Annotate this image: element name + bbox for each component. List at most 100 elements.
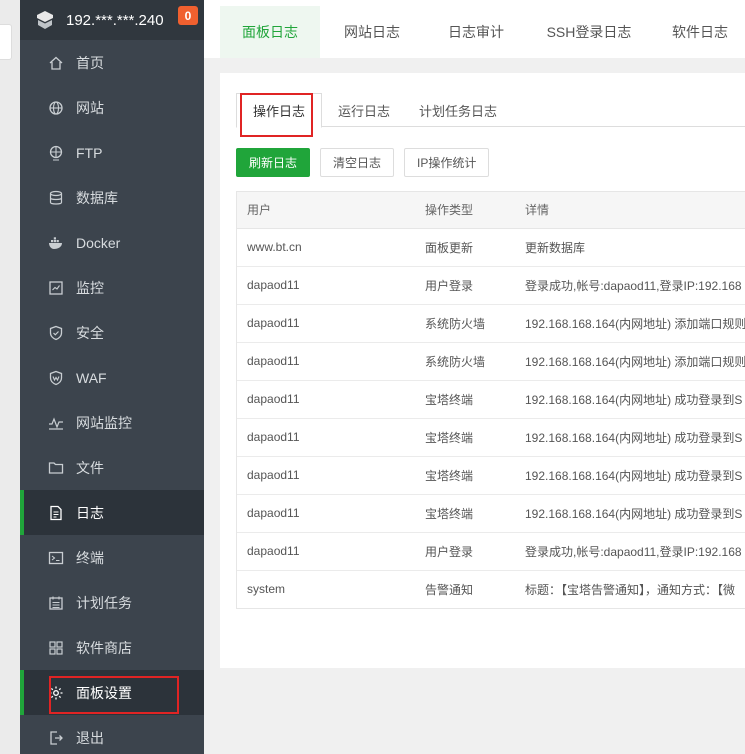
cell-operation-type: 宝塔终端 [415, 418, 515, 457]
logout-icon [48, 730, 64, 746]
tab-runtime-log[interactable]: 运行日志 [322, 93, 406, 127]
tab-panel-logs[interactable]: 面板日志 [220, 6, 320, 58]
table-row: dapaod11 用户登录 登录成功,帐号:dapaod11,登录IP:192.16… [237, 266, 745, 305]
sidebar: 192.***.***.240 0 首页 网站 FTP 数据库 Docker 监… [20, 0, 204, 754]
notification-badge[interactable]: 0 [178, 6, 198, 25]
calendar-icon [48, 595, 64, 611]
site-monitor-icon [48, 415, 64, 431]
sidebar-item-files[interactable]: 文件 [20, 445, 204, 490]
clear-log-button[interactable]: 清空日志 [320, 148, 395, 177]
sidebar-item-logout[interactable]: 退出 [20, 715, 204, 754]
table-row: dapaod11 宝塔终端 192.168.168.164(内网地址) 成功登录到S [237, 494, 745, 533]
log-panel: 操作日志 运行日志 计划任务日志 刷新日志 清空日志 IP操作统计 用户 操作类… [220, 73, 745, 668]
log-icon [48, 505, 64, 521]
shield-icon [48, 325, 64, 341]
sidebar-item-label: 网站监控 [76, 414, 132, 431]
cell-details: 192.168.168.164(内网地址) 添加端口规则 [515, 342, 745, 381]
sidebar-item-docker[interactable]: Docker [20, 220, 204, 265]
panel-log-subtabs: 操作日志 运行日志 计划任务日志 [236, 93, 745, 128]
cell-user: dapaod11 [237, 494, 415, 533]
sidebar-item-database[interactable]: 数据库 [20, 175, 204, 220]
table-row: dapaod11 宝塔终端 192.168.168.164(内网地址) 成功登录到S [237, 456, 745, 495]
sidebar-item-website[interactable]: 网站 [20, 85, 204, 130]
tab-cron-task-log[interactable]: 计划任务日志 [406, 93, 510, 127]
sidebar-item-label: 网站 [76, 99, 104, 116]
log-category-tabs: 面板日志 网站日志 日志审计 SSH登录日志 软件日志 [220, 6, 745, 58]
sidebar-item-label: 计划任务 [76, 594, 132, 611]
table-row: dapaod11 宝塔终端 192.168.168.164(内网地址) 成功登录到S [237, 418, 745, 457]
cell-details: 登录成功,帐号:dapaod11,登录IP:192.168 [515, 266, 745, 305]
folder-icon [48, 460, 64, 476]
sidebar-item-label: 日志 [76, 504, 104, 521]
sidebar-item-label: 退出 [76, 729, 104, 746]
table-row: dapaod11 系统防火墙 192.168.168.164(内网地址) 添加端口规… [237, 342, 745, 381]
table-header-row: 用户 操作类型 详情 [237, 192, 745, 229]
sidebar-item-label: Docker [76, 234, 121, 251]
sidebar-item-label: WAF [76, 369, 107, 386]
tab-log-audit[interactable]: 日志审计 [424, 6, 528, 58]
monitor-icon [48, 280, 64, 296]
left-edge-stub [0, 0, 20, 754]
cell-details: 192.168.168.164(内网地址) 成功登录到S [515, 494, 745, 533]
tab-ssh-login-logs[interactable]: SSH登录日志 [528, 6, 650, 58]
cell-operation-type: 宝塔终端 [415, 456, 515, 495]
ftp-globe-icon [48, 145, 64, 161]
cell-operation-type: 用户登录 [415, 266, 515, 305]
sidebar-menu: 首页 网站 FTP 数据库 Docker 监控 安全 WAF 网站监控 文件 日… [20, 40, 204, 754]
collapsed-window-tab[interactable] [0, 24, 12, 60]
cell-operation-type: 用户登录 [415, 532, 515, 571]
table-row: www.bt.cn 面板更新 更新数据库 [237, 228, 745, 267]
table-row: dapaod11 系统防火墙 192.168.168.164(内网地址) 添加端口规… [237, 304, 745, 343]
sidebar-item-waf[interactable]: WAF [20, 355, 204, 400]
sidebar-item-home[interactable]: 首页 [20, 40, 204, 85]
tab-software-logs[interactable]: 软件日志 [650, 6, 745, 58]
bt-logo-icon [34, 9, 56, 31]
log-actions: 刷新日志 清空日志 IP操作统计 [236, 148, 499, 177]
gear-icon [48, 685, 64, 701]
home-icon [48, 55, 64, 71]
tab-operation-log[interactable]: 操作日志 [236, 93, 322, 128]
table-row: dapaod11 用户登录 登录成功,帐号:dapaod11,登录IP:192.16… [237, 532, 745, 571]
sidebar-item-logs[interactable]: 日志 [20, 490, 204, 535]
docker-icon [48, 235, 64, 251]
cell-operation-type: 系统防火墙 [415, 342, 515, 381]
cell-operation-type: 宝塔终端 [415, 380, 515, 419]
cell-details: 标题：【宝塔告警通知】，通知方式：【微 [525, 582, 736, 597]
cell-operation-type: 面板更新 [415, 228, 515, 267]
sidebar-item-monitor[interactable]: 监控 [20, 265, 204, 310]
database-icon [48, 190, 64, 206]
waf-shield-icon [48, 370, 64, 386]
sidebar-item-security[interactable]: 安全 [20, 310, 204, 355]
sidebar-item-label: FTP [76, 144, 103, 161]
column-header-details: 详情 [515, 192, 745, 229]
table-row: dapaod11 宝塔终端 192.168.168.164(内网地址) 成功登录到S [237, 380, 745, 419]
sidebar-item-label: 首页 [76, 54, 104, 71]
cell-details: 192.168.168.164(内网地址) 成功登录到S [515, 418, 745, 457]
ip-stats-button[interactable]: IP操作统计 [404, 148, 490, 177]
cell-details: 192.168.168.164(内网地址) 成功登录到S [515, 456, 745, 495]
cell-details: 192.168.168.164(内网地址) 成功登录到S [515, 380, 745, 419]
top-tab-bar: 面板日志 网站日志 日志审计 SSH登录日志 软件日志 [204, 0, 745, 58]
cell-user: dapaod11 [237, 266, 415, 305]
sidebar-item-label: 软件商店 [76, 639, 132, 656]
terminal-icon [48, 550, 64, 566]
cell-user: dapaod11 [237, 532, 415, 571]
sidebar-item-label: 文件 [76, 459, 104, 476]
sidebar-item-label: 监控 [76, 279, 104, 296]
cell-operation-type: 系统防火墙 [415, 304, 515, 343]
column-header-user: 用户 [237, 192, 415, 229]
tab-website-logs[interactable]: 网站日志 [320, 6, 424, 58]
sidebar-item-app-store[interactable]: 软件商店 [20, 625, 204, 670]
server-ip: 192.***.***.240 [66, 11, 164, 29]
sidebar-item-ftp[interactable]: FTP [20, 130, 204, 175]
cell-user: www.bt.cn [237, 228, 415, 267]
sidebar-item-panel-settings[interactable]: 面板设置 [20, 670, 204, 715]
cell-user: dapaod11 [237, 342, 415, 381]
cell-user: system [247, 582, 286, 597]
cell-details: 更新数据库 [515, 228, 745, 267]
sidebar-item-site-monitor[interactable]: 网站监控 [20, 400, 204, 445]
sidebar-item-cron[interactable]: 计划任务 [20, 580, 204, 625]
sidebar-item-terminal[interactable]: 终端 [20, 535, 204, 580]
cell-user: dapaod11 [237, 380, 415, 419]
refresh-log-button[interactable]: 刷新日志 [236, 148, 311, 177]
